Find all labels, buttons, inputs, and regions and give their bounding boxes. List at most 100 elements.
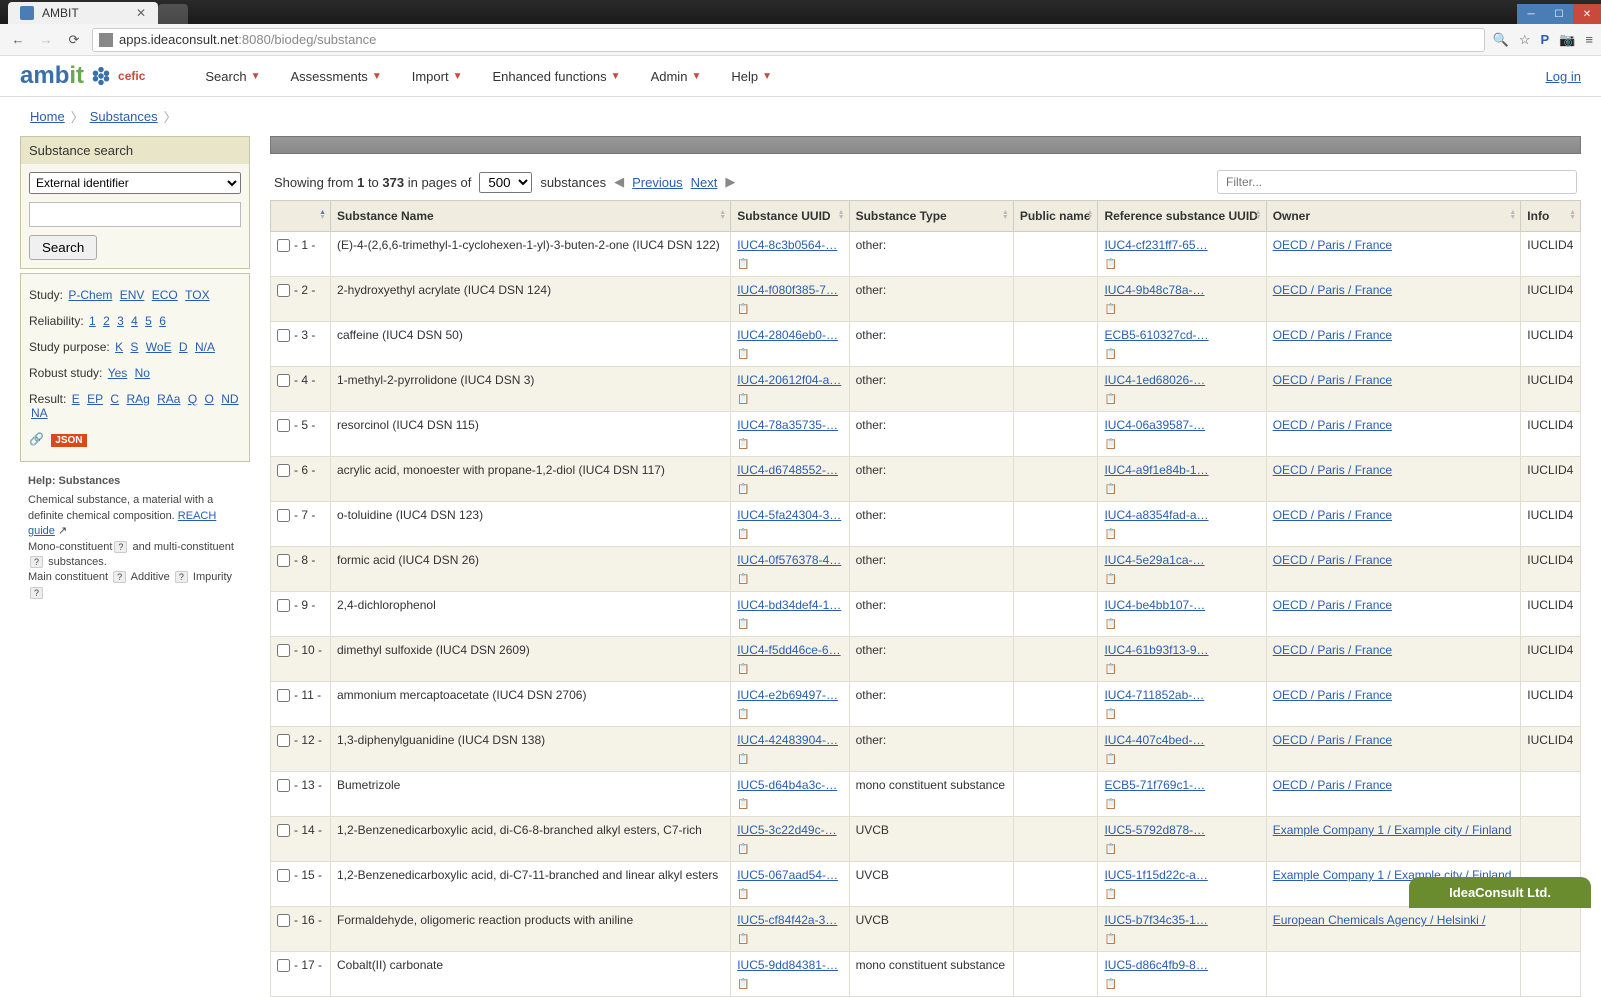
- clipboard-icon[interactable]: [737, 661, 749, 671]
- identifier-select[interactable]: External identifier: [29, 172, 241, 194]
- row-checkbox[interactable]: [277, 419, 290, 432]
- forward-button[interactable]: →: [36, 30, 56, 50]
- purpose-link[interactable]: N/A: [195, 340, 215, 354]
- result-link[interactable]: E: [72, 392, 80, 406]
- clipboard-icon[interactable]: [737, 931, 749, 941]
- ref-uuid-link[interactable]: IUC5-d86c4fb9-8…: [1104, 958, 1207, 972]
- substance-uuid-link[interactable]: IUC5-067aad54-…: [737, 868, 838, 882]
- column-header[interactable]: Substance UUID▲▼: [731, 201, 849, 232]
- clipboard-icon[interactable]: [1104, 751, 1116, 761]
- window-maximize-button[interactable]: ☐: [1545, 4, 1573, 24]
- ref-uuid-link[interactable]: IUC4-9b48c78a-…: [1104, 283, 1204, 297]
- clipboard-icon[interactable]: [1104, 976, 1116, 986]
- login-link[interactable]: Log in: [1546, 69, 1581, 84]
- column-header[interactable]: Substance Type▲▼: [849, 201, 1013, 232]
- owner-link[interactable]: OECD / Paris / France: [1273, 733, 1392, 747]
- column-header[interactable]: ▲▼: [271, 201, 331, 232]
- row-checkbox[interactable]: [277, 779, 290, 792]
- extension-p-icon[interactable]: P: [1541, 32, 1550, 47]
- search-input[interactable]: [29, 202, 241, 227]
- substance-uuid-link[interactable]: IUC5-3c22d49c-…: [737, 823, 836, 837]
- breadcrumb-current[interactable]: Substances: [90, 109, 158, 124]
- reliability-link[interactable]: 6: [159, 314, 166, 328]
- row-checkbox[interactable]: [277, 734, 290, 747]
- clipboard-icon[interactable]: [1104, 616, 1116, 626]
- owner-link[interactable]: European Chemicals Agency / Helsinki /: [1273, 913, 1486, 927]
- owner-link[interactable]: OECD / Paris / France: [1273, 463, 1392, 477]
- nav-help[interactable]: Help ▼: [731, 69, 772, 84]
- column-header[interactable]: Public name▲▼: [1013, 201, 1098, 232]
- prev-arrow-icon[interactable]: ◀: [614, 174, 624, 190]
- purpose-link[interactable]: WoE: [146, 340, 172, 354]
- purpose-link[interactable]: S: [130, 340, 138, 354]
- reliability-link[interactable]: 5: [145, 314, 152, 328]
- menu-icon[interactable]: ≡: [1585, 32, 1593, 47]
- clipboard-icon[interactable]: [737, 526, 749, 536]
- result-link[interactable]: EP: [87, 392, 103, 406]
- result-link[interactable]: O: [205, 392, 214, 406]
- row-checkbox[interactable]: [277, 689, 290, 702]
- clipboard-icon[interactable]: [737, 481, 749, 491]
- row-checkbox[interactable]: [277, 464, 290, 477]
- result-link[interactable]: ND: [221, 392, 238, 406]
- reliability-link[interactable]: 4: [131, 314, 138, 328]
- clipboard-icon[interactable]: [1104, 346, 1116, 356]
- row-checkbox[interactable]: [277, 374, 290, 387]
- owner-link[interactable]: OECD / Paris / France: [1273, 328, 1392, 342]
- clipboard-icon[interactable]: [737, 796, 749, 806]
- ref-uuid-link[interactable]: IUC4-407c4bed-…: [1104, 733, 1204, 747]
- substance-uuid-link[interactable]: IUC5-d64b4a3c-…: [737, 778, 837, 792]
- owner-link[interactable]: OECD / Paris / France: [1273, 643, 1392, 657]
- back-button[interactable]: ←: [8, 30, 28, 50]
- ref-uuid-link[interactable]: IUC4-1ed68026-…: [1104, 373, 1205, 387]
- tab-close-icon[interactable]: ✕: [136, 6, 146, 20]
- clipboard-icon[interactable]: [737, 256, 749, 266]
- substance-uuid-link[interactable]: IUC4-5fa24304-3…: [737, 508, 841, 522]
- study-link[interactable]: ENV: [120, 288, 145, 302]
- browser-tab[interactable]: AMBIT ✕: [8, 2, 158, 24]
- reliability-link[interactable]: 2: [103, 314, 110, 328]
- clipboard-icon[interactable]: [1104, 796, 1116, 806]
- clipboard-icon[interactable]: [737, 841, 749, 851]
- clipboard-icon[interactable]: [1104, 571, 1116, 581]
- extension-camera-icon[interactable]: 📷: [1559, 32, 1575, 48]
- help-icon[interactable]: ?: [113, 571, 126, 583]
- purpose-link[interactable]: K: [115, 340, 123, 354]
- clipboard-icon[interactable]: [737, 571, 749, 581]
- nav-import[interactable]: Import ▼: [412, 69, 463, 84]
- ref-uuid-link[interactable]: IUC4-a9f1e84b-1…: [1104, 463, 1208, 477]
- new-tab-button[interactable]: [158, 4, 188, 24]
- address-bar[interactable]: apps.ideaconsult.net:8080/biodeg/substan…: [92, 28, 1485, 52]
- window-close-button[interactable]: ✕: [1573, 4, 1601, 24]
- owner-link[interactable]: OECD / Paris / France: [1273, 598, 1392, 612]
- row-checkbox[interactable]: [277, 554, 290, 567]
- clipboard-icon[interactable]: [1104, 886, 1116, 896]
- clipboard-icon[interactable]: [1104, 391, 1116, 401]
- nav-admin[interactable]: Admin ▼: [651, 69, 702, 84]
- help-icon[interactable]: ?: [30, 587, 43, 599]
- ref-uuid-link[interactable]: ECB5-610327cd-…: [1104, 328, 1208, 342]
- ref-uuid-link[interactable]: IUC4-a8354fad-a…: [1104, 508, 1208, 522]
- clipboard-icon[interactable]: [737, 301, 749, 311]
- page-size-select[interactable]: 500: [479, 172, 532, 193]
- next-link[interactable]: Next: [691, 175, 718, 190]
- substance-uuid-link[interactable]: IUC4-d6748552-…: [737, 463, 838, 477]
- owner-link[interactable]: OECD / Paris / France: [1273, 283, 1392, 297]
- nav-enhanced-functions[interactable]: Enhanced functions ▼: [492, 69, 620, 84]
- clipboard-icon[interactable]: [1104, 661, 1116, 671]
- nav-assessments[interactable]: Assessments ▼: [291, 69, 382, 84]
- column-header[interactable]: Reference substance UUID▲▼: [1098, 201, 1266, 232]
- result-link[interactable]: NA: [31, 406, 48, 420]
- result-link[interactable]: Q: [188, 392, 197, 406]
- clipboard-icon[interactable]: [1104, 931, 1116, 941]
- study-link[interactable]: P-Chem: [68, 288, 112, 302]
- owner-link[interactable]: OECD / Paris / France: [1273, 418, 1392, 432]
- clipboard-icon[interactable]: [1104, 436, 1116, 446]
- ref-uuid-link[interactable]: IUC5-1f15d22c-a…: [1104, 868, 1207, 882]
- owner-link[interactable]: OECD / Paris / France: [1273, 778, 1392, 792]
- reliability-link[interactable]: 3: [117, 314, 124, 328]
- ref-uuid-link[interactable]: IUC4-711852ab-…: [1104, 688, 1204, 702]
- clipboard-icon[interactable]: [737, 616, 749, 626]
- clipboard-icon[interactable]: [737, 391, 749, 401]
- row-checkbox[interactable]: [277, 824, 290, 837]
